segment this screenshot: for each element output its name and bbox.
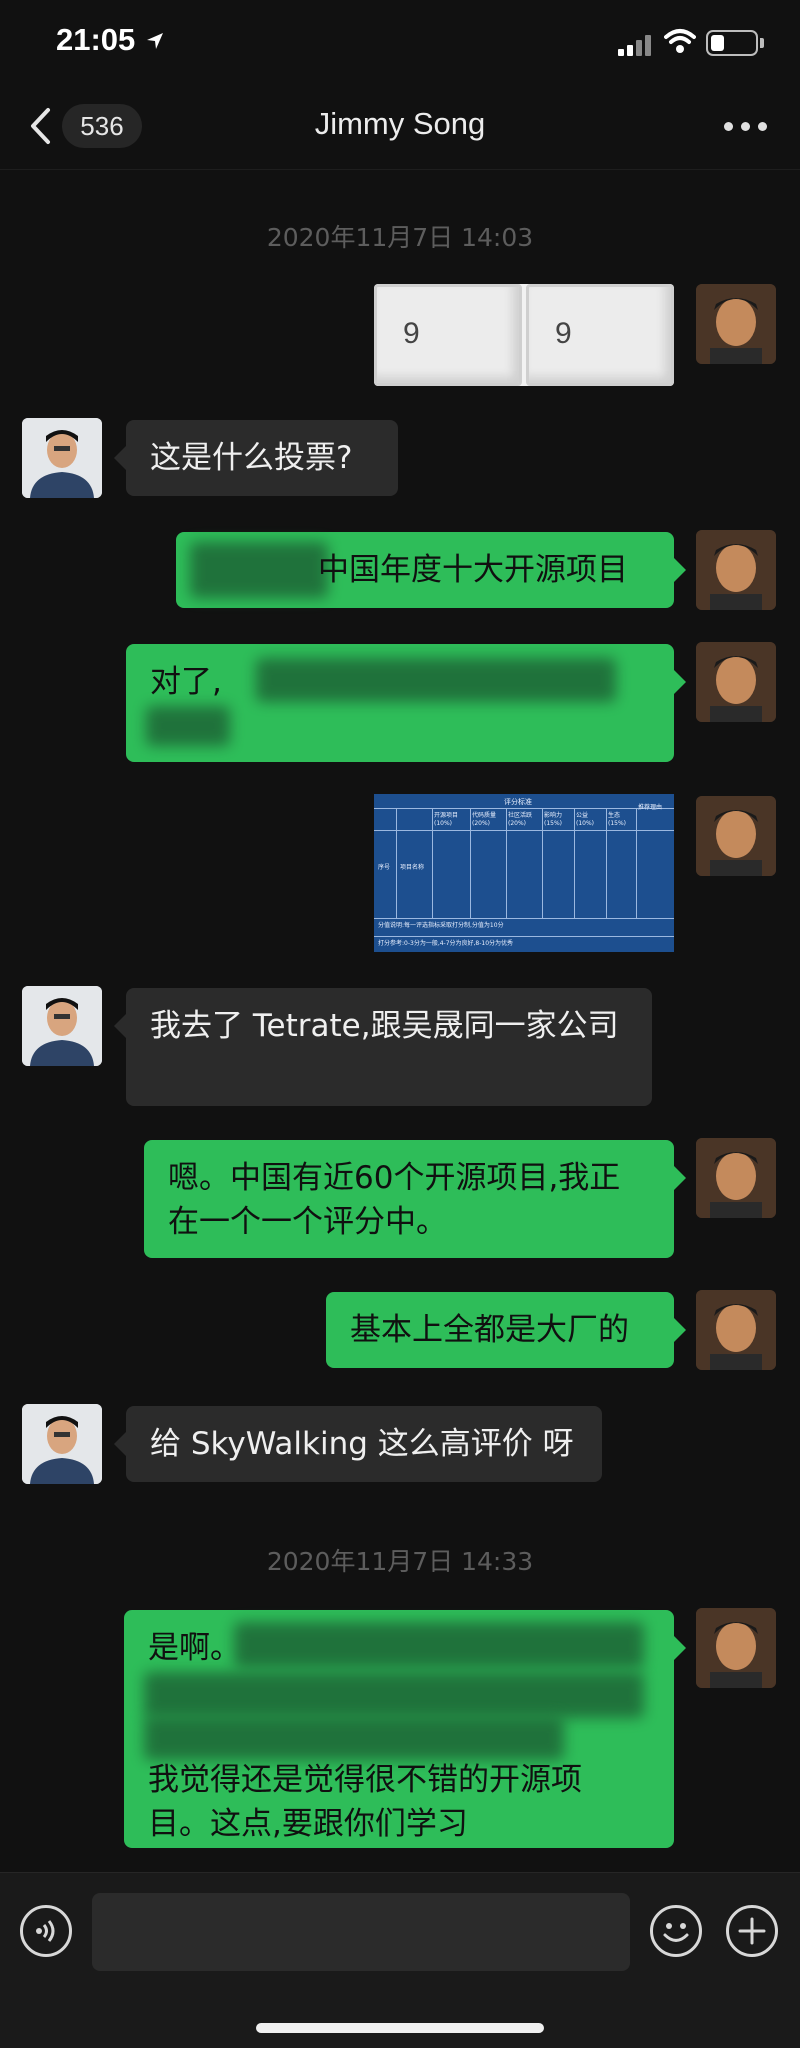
battery-icon <box>706 30 758 56</box>
unread-count-badge[interactable]: 536 <box>62 104 142 148</box>
message-text: 是啊。 <box>148 1630 241 1666</box>
contact-avatar[interactable] <box>22 418 102 498</box>
my-avatar[interactable] <box>696 642 776 722</box>
my-avatar[interactable] <box>696 1608 776 1688</box>
scoring-criteria-image[interactable]: 评分标准 序号 项目名称 开源项目(10%) 代码质量(20%) 社区活跃(20… <box>374 794 674 952</box>
redacted-text <box>144 1672 644 1718</box>
table-col-header: 推荐理由 <box>638 804 663 811</box>
table-row-label: 序号 <box>378 864 391 871</box>
message-input[interactable] <box>92 1893 630 1971</box>
message-text: 我去了 Tetrate,跟吴晟同一家公司 <box>150 1008 619 1044</box>
message-timestamp: 2020年11月7日 14:03 <box>266 223 534 252</box>
my-avatar[interactable] <box>696 1138 776 1218</box>
location-arrow-icon <box>147 33 163 49</box>
contact-avatar[interactable] <box>22 986 102 1066</box>
redacted-text <box>256 658 616 702</box>
chat-header: 536 Jimmy Song <box>0 88 800 170</box>
table-col-header: 影响力(15%) <box>544 812 563 827</box>
message-text: 对了, <box>150 664 222 700</box>
redacted-text <box>190 542 328 598</box>
table-note: 分值说明:每一评选指标采取打分制,分值为10分 <box>378 922 504 929</box>
my-avatar[interactable] <box>696 1290 776 1370</box>
message-bubble-sent[interactable]: 嗯。中国有近60个开源项目,我正在一个一个评分中。 <box>144 1140 686 1258</box>
redacted-text <box>234 1622 644 1668</box>
message-text: 中国年度十大开源项目 <box>318 552 628 588</box>
table-col-header: 生态(15%) <box>608 812 627 827</box>
chat-title: Jimmy Song <box>314 106 486 141</box>
table-col-header: 开源项目(10%) <box>434 812 459 827</box>
table-note: 打分参考:0-3分为一般,4-7分为良好,8-10分为优秀 <box>378 940 514 947</box>
table-row-label: 项目名称 <box>400 864 425 871</box>
message-bubble-received[interactable]: 我去了 Tetrate,跟吴晟同一家公司 <box>114 988 652 1106</box>
my-avatar[interactable] <box>696 284 776 364</box>
status-time: 21:05 <box>56 22 136 57</box>
table-col-header: 代码质量(20%) <box>472 812 497 827</box>
wifi-icon <box>664 29 696 53</box>
message-text: 基本上全都是大厂的 <box>350 1312 629 1348</box>
contact-avatar[interactable] <box>22 1404 102 1484</box>
add-attachment-icon[interactable] <box>726 1905 778 1957</box>
die-left: 9 <box>374 284 522 386</box>
my-avatar[interactable] <box>696 530 776 610</box>
message-text: 给 SkyWalking 这么高评价 呀 <box>150 1426 574 1462</box>
message-bubble-sent[interactable]: 是啊。 我觉得还是觉得很不错的开源项目。这点,要跟你们学习 <box>124 1610 686 1848</box>
redacted-text <box>146 706 230 746</box>
message-input-bar <box>0 1872 800 2048</box>
home-indicator <box>256 2023 544 2033</box>
emoji-icon[interactable] <box>650 1905 702 1957</box>
message-bubble-sent[interactable]: 对了, <box>126 644 686 762</box>
message-bubble-received[interactable]: 给 SkyWalking 这么高评价 呀 <box>114 1406 602 1482</box>
voice-input-icon[interactable] <box>20 1905 72 1957</box>
message-text: 这是什么投票? <box>150 440 353 476</box>
message-bubble-sent[interactable]: 基本上全都是大厂的 <box>326 1292 686 1368</box>
message-timestamp: 2020年11月7日 14:33 <box>266 1547 534 1576</box>
table-col-header: 公益(10%) <box>576 812 595 827</box>
dice-sticker[interactable]: 9 9 <box>374 284 674 386</box>
table-col-header: 社区活跃(20%) <box>508 812 533 827</box>
more-options-icon[interactable] <box>724 122 768 134</box>
battery-tip <box>760 38 764 48</box>
message-text: 嗯。中国有近60个开源项目,我正在一个一个评分中。 <box>168 1160 621 1240</box>
status-bar: 21:05 <box>0 0 800 88</box>
message-bubble-sent[interactable]: 中国年度十大开源项目 <box>176 532 686 608</box>
die-right: 9 <box>526 284 674 386</box>
cellular-signal-icon <box>618 34 654 56</box>
my-avatar[interactable] <box>696 796 776 876</box>
back-chevron-icon[interactable] <box>28 106 52 146</box>
message-text: 我觉得还是觉得很不错的开源项目。这点,要跟你们学习 <box>148 1762 582 1842</box>
message-bubble-received[interactable]: 这是什么投票? <box>114 420 398 496</box>
redacted-text <box>144 1716 564 1760</box>
table-header: 评分标准 <box>504 798 532 806</box>
